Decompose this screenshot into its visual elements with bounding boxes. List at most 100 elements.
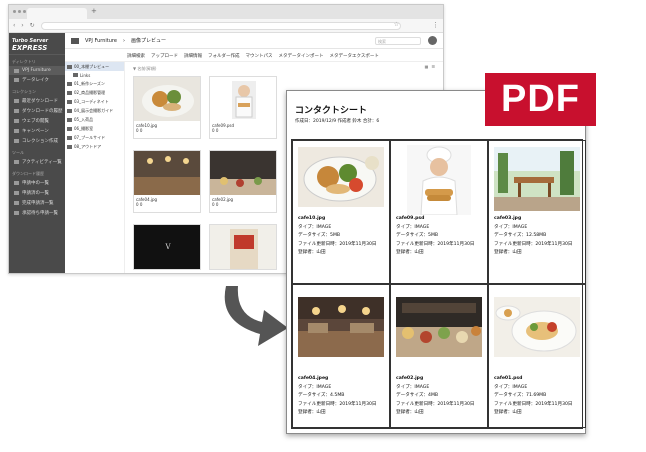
sidebar-item[interactable]: ダウンロードの履歴 xyxy=(9,106,65,116)
search-input[interactable]: 検索 xyxy=(375,37,421,45)
star-icon[interactable]: ☆ xyxy=(394,21,399,28)
sidebar-item[interactable]: 最近ダウンロード xyxy=(9,96,65,106)
sidebar-item[interactable]: 承認待ち申請一覧 xyxy=(9,208,65,218)
sidebar-item[interactable]: アクティビティ一覧 xyxy=(9,157,65,167)
sheet-filename: cafe02.jpg xyxy=(396,376,424,381)
sheet-type: タイプ：IMAGE xyxy=(494,384,528,390)
sheet-cell: cafe01.psd タイプ：IMAGE データサイズ：71.69MB ファイル… xyxy=(488,284,586,428)
sidebar-item[interactable]: VPJ Furniture xyxy=(9,66,65,75)
sheet-type: タイプ：IMAGE xyxy=(494,224,528,230)
sidebar-item[interactable]: 完成申請済一覧 xyxy=(9,198,65,208)
asset-card[interactable]: cafe10.jpg 0 0 xyxy=(133,76,201,139)
sort-dropdown[interactable]: ▼ 名前(昇順) xyxy=(129,66,443,74)
sidebar-item[interactable]: コレクション作成 xyxy=(9,136,65,146)
sheet-cell: cafe09.psd タイプ：IMAGE データサイズ：5MB ファイル更新日時… xyxy=(390,140,488,284)
tree-item[interactable]: 01_新作シーズン xyxy=(65,79,124,88)
asset-card[interactable] xyxy=(209,224,277,270)
window-controls[interactable] xyxy=(13,10,26,13)
tree-item[interactable]: 00_本棚プレビュー xyxy=(65,62,124,71)
sheet-image xyxy=(407,145,471,215)
sidebar-section-title: ツール xyxy=(12,150,24,155)
breadcrumb-current[interactable]: 画像プレビュー xyxy=(131,37,166,44)
menu-icon[interactable]: ⋮ xyxy=(432,21,439,29)
sidebar-item[interactable]: ウェブの閲覧 xyxy=(9,116,65,126)
tree-item[interactable]: 07_プールサイド xyxy=(65,133,124,142)
asset-card[interactable]: cafe04.jpg 0 0 xyxy=(133,150,201,213)
toolbar-button[interactable]: メタデータインポート xyxy=(279,53,324,59)
sheet-filename: cafe03.jpg xyxy=(494,216,522,221)
sheet-updated: ファイル更新日時：2019年11月30日 xyxy=(298,401,377,407)
asset-thumbnail[interactable] xyxy=(210,151,276,195)
tab-bar: + xyxy=(9,5,443,19)
sheet-updated: ファイル更新日時：2019年11月30日 xyxy=(494,241,573,247)
sidebar-item[interactable]: 申請中の一覧 xyxy=(9,178,65,188)
tree-item[interactable]: 08_アウトドア xyxy=(65,142,124,151)
folder-icon xyxy=(67,126,72,131)
view-toggle[interactable]: ▦ ☰ xyxy=(425,64,435,69)
sheet-filename: cafe04.jpeg xyxy=(298,376,329,381)
folder-icon xyxy=(67,135,72,140)
folder-icon xyxy=(67,81,72,86)
tree-item-label: 02_商品撮影管理 xyxy=(74,89,106,95)
sheet-updated: ファイル更新日時：2019年11月30日 xyxy=(298,241,377,247)
asset-thumbnail[interactable] xyxy=(134,77,200,121)
sidebar-item[interactable]: データレイク xyxy=(9,75,65,85)
tree-item[interactable]: Links xyxy=(65,71,124,79)
tree-item-label: 00_本棚プレビュー xyxy=(74,63,110,69)
url-field[interactable] xyxy=(41,22,401,30)
browser-tab[interactable] xyxy=(27,8,87,19)
sheet-filename: cafe09.psd xyxy=(396,216,425,221)
tree-item[interactable]: 02_商品撮影管理 xyxy=(65,88,124,97)
sidebar-item[interactable]: キャンペーン xyxy=(9,126,65,136)
toolbar-button[interactable]: メタデータエクスポート xyxy=(330,53,379,59)
sheet-size: データサイズ：4.5MB xyxy=(298,393,345,398)
sheet-cell: cafe10.jpg タイプ：IMAGE データサイズ：5MB ファイル更新日時… xyxy=(292,140,390,284)
sidebar-item-label: 承認待ち申請一覧 xyxy=(22,211,58,216)
asset-thumbnail[interactable] xyxy=(210,77,276,121)
sheet-title: コンタクトシート xyxy=(295,106,368,116)
sidebar-section-title: ダウンロード履歴 xyxy=(12,171,44,176)
nav-buttons[interactable]: ‹ › ↻ xyxy=(13,22,37,29)
sheet-owner: 登録者：山田 xyxy=(298,250,326,255)
sidebar-item-icon xyxy=(14,191,19,195)
breadcrumb-root[interactable]: VPJ Furniture xyxy=(85,38,117,44)
sidebar-item[interactable]: 申請済の一覧 xyxy=(9,188,65,198)
sidebar-item-label: ウェブの閲覧 xyxy=(22,119,49,124)
sidebar-item-label: キャンペーン xyxy=(22,129,49,134)
asset-card[interactable]: cafe02.jpg 0 0 xyxy=(209,150,277,213)
sidebar-item-label: データレイク xyxy=(22,78,49,83)
avatar[interactable] xyxy=(428,36,437,45)
asset-thumbnail[interactable] xyxy=(134,151,200,195)
sheet-image xyxy=(494,297,580,357)
toolbar-button[interactable]: 詳細情報 xyxy=(184,53,202,59)
sheet-updated: ファイル更新日時：2019年11月30日 xyxy=(396,241,475,247)
sidebar-list: ディレクトリ VPJ Furniture データレイク コレクション 最近ダウンロードダ… xyxy=(9,55,65,218)
sidebar-item-icon xyxy=(14,160,19,164)
sidebar-item-label: アクティビティ一覧 xyxy=(22,160,62,165)
toolbar: 詳細検索 アップロード 詳細情報 フォルダー作成 マウントパス メタデータインポート メタデ… xyxy=(65,50,443,62)
tree-item-label: 03_コーディネイト xyxy=(74,98,109,104)
breadcrumb-sep: › xyxy=(122,37,125,44)
tree-item[interactable]: 06_撮影室 xyxy=(65,124,124,133)
toolbar-button[interactable]: フォルダー作成 xyxy=(208,53,240,59)
sheet-type: タイプ：IMAGE xyxy=(396,224,430,230)
sheet-size: データサイズ：5MB xyxy=(396,233,439,238)
toolbar-button[interactable]: マウントパス xyxy=(246,53,273,59)
sheet-filename: cafe01.psd xyxy=(494,376,523,381)
folder-icon xyxy=(71,37,79,44)
tree-item[interactable]: 03_コーディネイト xyxy=(65,97,124,106)
sheet-image xyxy=(298,147,384,207)
sheet-updated: ファイル更新日時：2019年11月30日 xyxy=(494,401,573,407)
toolbar-button[interactable]: 詳細検索 xyxy=(127,53,145,59)
new-tab-button[interactable]: + xyxy=(91,7,97,15)
asset-thumbnail[interactable] xyxy=(210,225,276,269)
tree-item[interactable]: 05_入荷品 xyxy=(65,115,124,124)
asset-card[interactable]: cafe09.psd 0 0 xyxy=(209,76,277,139)
tree-item-label: 06_撮影室 xyxy=(74,125,94,131)
asset-card[interactable]: V xyxy=(133,224,201,270)
folder-icon xyxy=(67,117,72,122)
asset-thumbnail[interactable]: V xyxy=(134,225,200,269)
tree-item[interactable]: 04_展示会撮影ガイド xyxy=(65,106,124,115)
svg-text:V: V xyxy=(164,243,171,251)
toolbar-button[interactable]: アップロード xyxy=(151,53,178,59)
